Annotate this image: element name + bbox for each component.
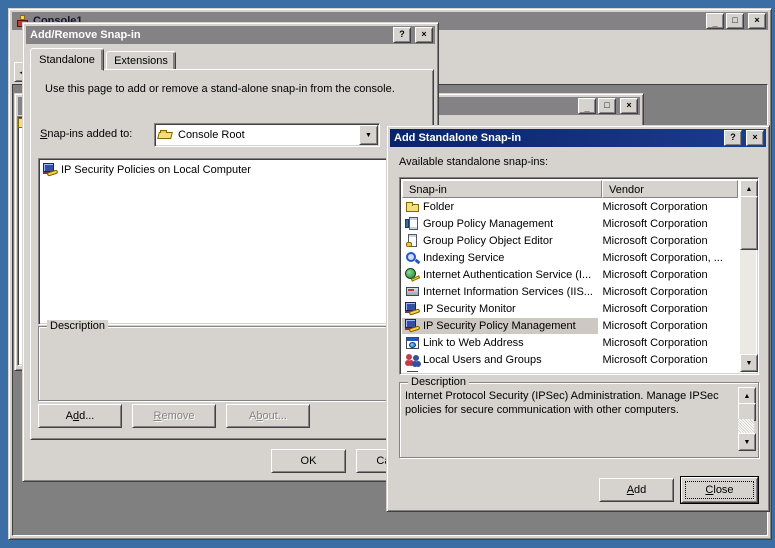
snapins-added-to-label: Snap-ins added to: [40, 128, 132, 140]
table-row[interactable]: Internet Information Services (IIS... Mi… [402, 283, 738, 300]
snapins-listview: Snap-in Vendor Folder Microsoft Corporat… [399, 177, 759, 375]
ipsec-icon [405, 318, 421, 334]
description-groupbox: Description [38, 326, 429, 401]
description-scrollbar[interactable]: ▲ ▼ [738, 387, 754, 451]
close-button[interactable]: × [748, 13, 766, 29]
scroll-down-button[interactable]: ▼ [738, 433, 756, 451]
group-policy-editor-icon [405, 233, 421, 249]
maximize-button[interactable]: □ [726, 13, 744, 29]
indexing-service-icon [405, 250, 421, 266]
scrollbar-thumb[interactable] [740, 196, 758, 250]
close-button-default-ring: Close [680, 476, 759, 504]
table-row[interactable]: Link to Web Address Microsoft Corporatio… [402, 334, 738, 351]
table-row[interactable]: Folder Microsoft Corporation [402, 198, 738, 215]
added-snapins-listbox[interactable]: IP Security Policies on Local Computer [38, 158, 433, 325]
table-row[interactable]: Internet Authentication Service (I... Mi… [402, 266, 738, 283]
group-policy-management-icon [405, 216, 421, 232]
instruction-text: Use this page to add or remove a stand-a… [45, 83, 415, 95]
table-row[interactable]: IP Security Policy Management Microsoft … [402, 317, 738, 334]
table-row[interactable]: Group Policy Object Editor Microsoft Cor… [402, 232, 738, 249]
description-groupbox: Description Internet Protocol Security (… [399, 382, 759, 458]
description-text: Internet Protocol Security (IPSec) Admin… [405, 389, 731, 417]
local-users-icon [405, 352, 421, 368]
ipsec-icon [43, 162, 59, 178]
column-header-snapin[interactable]: Snap-in [402, 180, 602, 198]
tab-standalone[interactable]: Standalone [30, 48, 104, 71]
add-remove-title: Add/Remove Snap-in [30, 29, 393, 41]
table-row[interactable] [402, 368, 738, 372]
column-header-vendor[interactable]: Vendor [602, 180, 738, 198]
internet-auth-icon [405, 267, 421, 283]
console-root-combobox[interactable]: Console Root ▼ [154, 123, 380, 147]
child-minimize-button[interactable]: _ [578, 98, 596, 114]
standalone-tab-page: Use this page to add or remove a stand-a… [30, 69, 434, 440]
table-row[interactable]: Group Policy Management Microsoft Corpor… [402, 215, 738, 232]
partial-icon [405, 369, 421, 373]
help-button[interactable]: ? [393, 27, 411, 43]
combobox-value: Console Root [174, 129, 245, 141]
listview-scrollbar[interactable]: ▲ ▼ [740, 180, 756, 372]
add-remove-title-bar: Add/Remove Snap-in ? × [26, 26, 435, 44]
description-group-label: Description [408, 376, 469, 389]
remove-snapin-button: Remove [132, 404, 216, 428]
child-maximize-button[interactable]: □ [598, 98, 616, 114]
add-button[interactable]: Add [599, 478, 674, 502]
minimize-button[interactable]: _ [706, 13, 724, 29]
add-snapin-button[interactable]: Add... [38, 404, 122, 428]
add-standalone-title: Add Standalone Snap-in [394, 132, 724, 144]
help-button[interactable]: ? [724, 130, 742, 146]
ok-button[interactable]: OK [271, 449, 346, 473]
add-standalone-title-bar: Add Standalone Snap-in ? × [390, 129, 766, 147]
dialog-close-button[interactable]: × [415, 27, 433, 43]
add-remove-snapin-dialog: Add/Remove Snap-in ? × Standalone Extens… [22, 22, 439, 482]
close-button[interactable]: Close [681, 477, 758, 503]
tab-extensions[interactable]: Extensions [106, 51, 176, 71]
combobox-dropdown-button[interactable]: ▼ [359, 125, 378, 145]
table-row[interactable]: Local Users and Groups Microsoft Corpora… [402, 351, 738, 368]
child-close-button[interactable]: × [620, 98, 638, 114]
snapin-list-item[interactable]: IP Security Policies on Local Computer [41, 161, 430, 178]
description-group-label: Description [47, 320, 108, 333]
available-snapins-label: Available standalone snap-ins: [399, 156, 548, 168]
listview-header: Snap-in Vendor [402, 180, 738, 198]
folder-icon [405, 199, 421, 215]
add-standalone-snapin-dialog: Add Standalone Snap-in ? × Available sta… [386, 125, 770, 512]
about-snapin-button: About... [226, 404, 310, 428]
web-link-icon [405, 335, 421, 351]
table-row[interactable]: Indexing Service Microsoft Corporation, … [402, 249, 738, 266]
table-row[interactable]: IP Security Monitor Microsoft Corporatio… [402, 300, 738, 317]
ipsec-icon [405, 301, 421, 317]
dialog-close-button[interactable]: × [746, 130, 764, 146]
open-folder-icon [158, 127, 174, 143]
listview-rows: Folder Microsoft Corporation Group Polic… [402, 198, 738, 372]
scroll-down-button[interactable]: ▼ [740, 354, 758, 372]
iis-icon [405, 284, 421, 300]
